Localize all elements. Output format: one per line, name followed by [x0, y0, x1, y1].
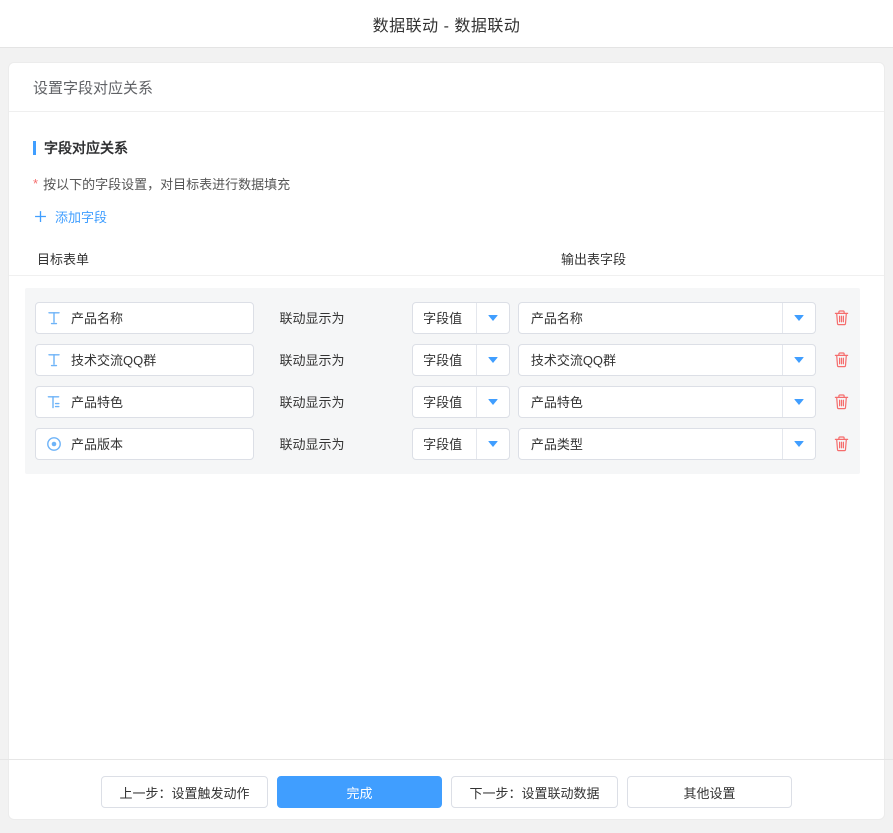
section-accent-bar — [33, 141, 36, 155]
display-mode-select[interactable]: 字段值 — [412, 302, 510, 334]
next-step-button[interactable]: 下一步：设置联动数据 — [451, 776, 618, 808]
delete-row-icon[interactable] — [833, 351, 850, 369]
page-header: 数据联动 - 数据联动 — [0, 0, 893, 48]
chevron-down-icon — [794, 399, 804, 405]
target-field-input[interactable]: 产品版本 — [35, 428, 254, 460]
display-as-label: 联动显示为 — [279, 350, 412, 369]
field-mapping-row: 技术交流QQ群 联动显示为 字段值 技术交流QQ群 — [35, 344, 850, 376]
target-field-input[interactable]: 产品特色 — [35, 386, 254, 418]
chevron-down-icon — [488, 357, 498, 363]
display-as-label: 联动显示为 — [279, 392, 412, 411]
delete-row-icon[interactable] — [833, 393, 850, 411]
field-mapping-row: 产品版本 联动显示为 字段值 产品类型 — [35, 428, 850, 460]
column-output-field: 输出表字段 — [561, 249, 626, 268]
add-field-button[interactable]: 添加字段 — [33, 207, 107, 226]
field-mapping-card: 设置字段对应关系 字段对应关系 * 按以下的字段设置，对目标表进行数据填充 添加… — [8, 62, 885, 820]
display-mode-value: 字段值 — [413, 429, 476, 459]
output-field-value: 产品特色 — [519, 387, 782, 417]
display-mode-value: 字段值 — [413, 345, 476, 375]
text-input-icon — [46, 352, 62, 368]
chevron-down-icon — [794, 315, 804, 321]
text-input-icon — [46, 310, 62, 326]
column-headers: 目标表单 输出表字段 — [33, 249, 860, 267]
footer-actions: 上一步：设置触发动作 完成 下一步：设置联动数据 其他设置 — [9, 776, 884, 808]
other-settings-button[interactable]: 其他设置 — [627, 776, 792, 808]
plus-icon — [33, 209, 49, 225]
output-field-select[interactable]: 技术交流QQ群 — [518, 344, 816, 376]
field-mapping-row: 产品名称 联动显示为 字段值 产品名称 — [35, 302, 850, 334]
output-field-value: 产品名称 — [519, 303, 782, 333]
footer-divider — [0, 759, 893, 760]
required-asterisk: * — [33, 176, 38, 191]
chevron-down-icon — [488, 315, 498, 321]
display-mode-value: 字段值 — [413, 303, 476, 333]
finish-button[interactable]: 完成 — [277, 776, 442, 808]
display-mode-select[interactable]: 字段值 — [412, 386, 510, 418]
target-field-value: 产品名称 — [71, 308, 123, 327]
field-mapping-list: 产品名称 联动显示为 字段值 产品名称 技术交流QQ群 联动显示为 字段值 — [25, 288, 860, 474]
display-mode-value: 字段值 — [413, 387, 476, 417]
display-mode-select[interactable]: 字段值 — [412, 428, 510, 460]
display-as-label: 联动显示为 — [279, 308, 412, 327]
chevron-down-icon — [794, 357, 804, 363]
delete-row-icon[interactable] — [833, 435, 850, 453]
chevron-down-icon — [794, 441, 804, 447]
output-field-select[interactable]: 产品特色 — [518, 386, 816, 418]
section-title: 字段对应关系 — [44, 138, 128, 158]
output-field-select[interactable]: 产品类型 — [518, 428, 816, 460]
output-field-value: 技术交流QQ群 — [519, 345, 782, 375]
card-header: 设置字段对应关系 — [9, 63, 884, 112]
card-header-title: 设置字段对应关系 — [33, 77, 153, 98]
delete-row-icon[interactable] — [833, 309, 850, 327]
prev-step-button[interactable]: 上一步：设置触发动作 — [101, 776, 268, 808]
textarea-icon — [46, 394, 62, 410]
header-divider — [9, 275, 884, 276]
target-field-value: 产品特色 — [71, 392, 123, 411]
note-text: 按以下的字段设置，对目标表进行数据填充 — [43, 174, 290, 193]
add-field-label: 添加字段 — [55, 207, 107, 226]
target-field-input[interactable]: 技术交流QQ群 — [35, 344, 254, 376]
target-field-value: 产品版本 — [71, 434, 123, 453]
display-mode-select[interactable]: 字段值 — [412, 344, 510, 376]
radio-icon — [46, 436, 62, 452]
field-mapping-row: 产品特色 联动显示为 字段值 产品特色 — [35, 386, 850, 418]
display-as-label: 联动显示为 — [279, 434, 412, 453]
section-title-row: 字段对应关系 — [33, 138, 860, 158]
chevron-down-icon — [488, 399, 498, 405]
page-title: 数据联动 - 数据联动 — [373, 12, 521, 36]
target-field-value: 技术交流QQ群 — [71, 350, 156, 369]
target-field-input[interactable]: 产品名称 — [35, 302, 254, 334]
chevron-down-icon — [488, 441, 498, 447]
output-field-select[interactable]: 产品名称 — [518, 302, 816, 334]
note-row: * 按以下的字段设置，对目标表进行数据填充 — [33, 174, 860, 193]
column-target-form: 目标表单 — [37, 249, 89, 268]
output-field-value: 产品类型 — [519, 429, 782, 459]
